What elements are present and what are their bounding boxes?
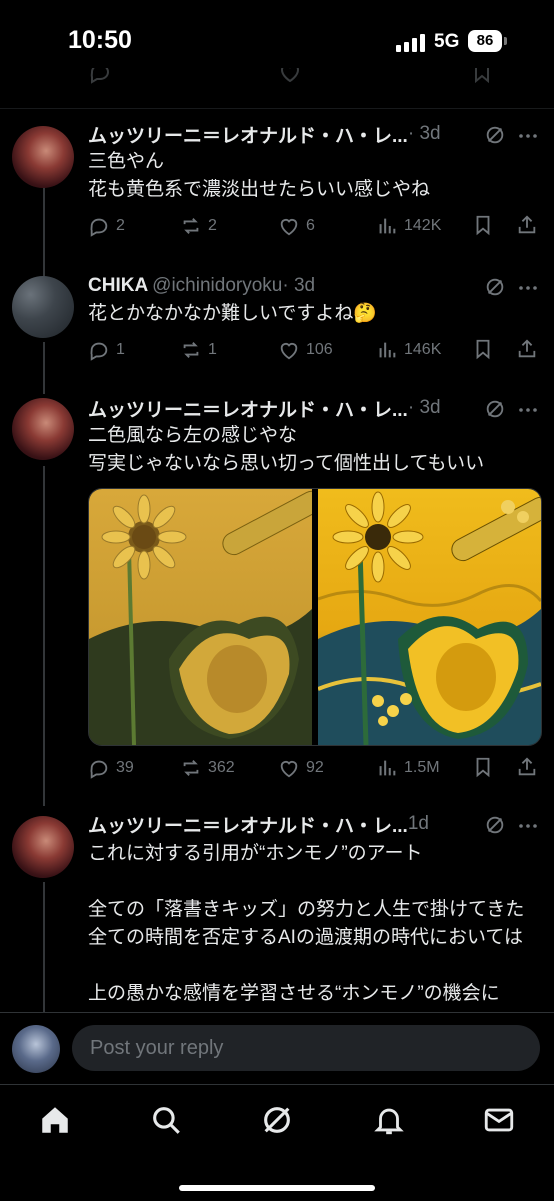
repost-button[interactable]: 2 bbox=[180, 212, 217, 240]
messages-icon[interactable] bbox=[482, 1103, 516, 1137]
notifications-icon[interactable] bbox=[372, 1103, 406, 1137]
tweet-time: · 3d bbox=[407, 397, 441, 418]
tweet-time: · 3d bbox=[282, 275, 316, 296]
battery-indicator: 86 bbox=[468, 30, 502, 52]
avatar[interactable] bbox=[12, 398, 74, 460]
repost-count: 1 bbox=[208, 341, 217, 358]
repost-button[interactable]: 362 bbox=[180, 754, 235, 782]
views-icon bbox=[379, 342, 396, 358]
media-grid[interactable] bbox=[88, 488, 542, 746]
tweet-text: 花とかなかなか難しいですよね🤔 bbox=[88, 303, 378, 324]
image-left[interactable] bbox=[89, 489, 324, 745]
like-count: 92 bbox=[306, 759, 324, 776]
views-icon bbox=[379, 760, 396, 776]
author-name[interactable]: ムッツリーニ＝レオナルド・ハ・レ... bbox=[88, 395, 408, 422]
reply-icon bbox=[90, 218, 108, 237]
like-button[interactable]: 106 bbox=[278, 336, 333, 364]
view-count: 146K bbox=[404, 341, 442, 358]
repost-icon bbox=[183, 760, 199, 776]
repost-button[interactable]: 1 bbox=[180, 336, 217, 364]
reply-button[interactable]: 1 bbox=[88, 336, 125, 364]
reply-input[interactable]: Post your reply bbox=[72, 1025, 540, 1071]
avatar[interactable] bbox=[12, 126, 74, 188]
reply-button[interactable]: 39 bbox=[88, 754, 134, 782]
bottom-tab-bar bbox=[0, 1084, 554, 1201]
tweet[interactable]: ムッツリーニ＝レオナルド・ハ・レ... · 3d 三色やん 花も黄色系で濃淡出せ… bbox=[0, 118, 554, 266]
reply-icon bbox=[90, 68, 110, 84]
share-icon[interactable] bbox=[516, 756, 538, 778]
more-options-icon[interactable] bbox=[516, 814, 540, 838]
my-avatar[interactable] bbox=[12, 1025, 60, 1073]
grok-icon[interactable] bbox=[484, 398, 506, 420]
like-icon bbox=[280, 219, 298, 236]
repost-count: 362 bbox=[208, 759, 235, 776]
like-icon bbox=[280, 343, 298, 360]
share-icon[interactable] bbox=[516, 338, 538, 360]
more-options-icon[interactable] bbox=[516, 398, 540, 422]
tweet-actions: 39 362 92 1.5M bbox=[88, 754, 554, 782]
repost-icon bbox=[183, 218, 199, 234]
tweet[interactable]: ムッツリーニ＝レオナルド・ハ・レ... 1d これに対する引用が“ホンモノ”のア… bbox=[0, 810, 554, 1012]
views-icon bbox=[379, 218, 396, 234]
home-indicator bbox=[179, 1185, 375, 1191]
view-count: 142K bbox=[404, 217, 442, 234]
grok-icon[interactable] bbox=[484, 814, 506, 836]
bookmark-icon[interactable] bbox=[472, 756, 494, 778]
reply-placeholder: Post your reply bbox=[90, 1037, 224, 1059]
author-name[interactable]: ムッツリーニ＝レオナルド・ハ・レ... bbox=[88, 811, 408, 838]
view-count: 1.5M bbox=[404, 759, 440, 776]
like-icon bbox=[281, 68, 299, 83]
author-handle[interactable]: @ichinidoryoku bbox=[152, 275, 282, 297]
grok-icon[interactable] bbox=[260, 1103, 294, 1137]
tweet-text: 二色風なら左の感じやな 写実じゃないなら思い切って個性出してもいい bbox=[88, 425, 485, 474]
like-button[interactable]: 6 bbox=[278, 212, 315, 240]
reply-button[interactable]: 2 bbox=[88, 212, 125, 240]
like-count: 6 bbox=[306, 217, 315, 234]
reply-count: 2 bbox=[116, 217, 125, 234]
previous-tweet-actions bbox=[0, 68, 554, 109]
tweet-time: 1d bbox=[407, 813, 429, 834]
reply-composer: Post your reply bbox=[0, 1012, 554, 1085]
bookmark-icon[interactable] bbox=[472, 338, 494, 360]
repost-count: 2 bbox=[208, 217, 217, 234]
battery-nub bbox=[504, 37, 507, 45]
search-icon[interactable] bbox=[149, 1103, 183, 1137]
reply-icon bbox=[90, 760, 108, 779]
tweet[interactable]: CHIKA @ichinidoryoku · 3d 花とかなかなか難しいですよね… bbox=[0, 272, 554, 396]
avatar[interactable] bbox=[12, 816, 74, 878]
bookmark-icon[interactable] bbox=[472, 214, 494, 236]
more-options-icon[interactable] bbox=[516, 276, 540, 300]
views-button[interactable]: 1.5M bbox=[376, 754, 440, 782]
more-options-icon[interactable] bbox=[516, 124, 540, 148]
signal-icon bbox=[396, 34, 425, 52]
views-button[interactable]: 146K bbox=[376, 336, 441, 364]
bookmark-icon bbox=[475, 68, 489, 84]
reply-count: 1 bbox=[116, 341, 125, 358]
home-icon[interactable] bbox=[38, 1103, 72, 1137]
share-icon[interactable] bbox=[516, 214, 538, 236]
like-count: 106 bbox=[306, 341, 333, 358]
tweet-text: 三色やん 花も黄色系で濃淡出せたらいい感じやね bbox=[88, 151, 431, 200]
image-right[interactable] bbox=[317, 489, 541, 745]
reply-icon bbox=[90, 342, 108, 361]
tweet-text: これに対する引用が“ホンモノ”のアート 全ての「落書きキッズ」の努力と人生で掛け… bbox=[88, 843, 525, 1004]
grok-icon[interactable] bbox=[484, 124, 506, 146]
author-name[interactable]: ムッツリーニ＝レオナルド・ハ・レ... bbox=[88, 121, 408, 148]
tweet-time: · 3d bbox=[407, 123, 441, 144]
status-time: 10:50 bbox=[68, 26, 132, 54]
sunflower-pumpkin-illustration bbox=[89, 490, 324, 745]
like-button[interactable]: 92 bbox=[278, 754, 324, 782]
author-name[interactable]: CHIKA bbox=[88, 275, 148, 297]
views-button[interactable]: 142K bbox=[376, 212, 441, 240]
tweet-actions: 2 2 6 142K bbox=[88, 212, 554, 240]
tweet-actions: 1 1 106 146K bbox=[88, 336, 554, 364]
like-icon bbox=[280, 761, 298, 778]
network-type: 5G bbox=[434, 31, 460, 52]
grok-icon[interactable] bbox=[484, 276, 506, 298]
sunflower-pumpkin-illustration bbox=[317, 491, 541, 745]
avatar[interactable] bbox=[12, 276, 74, 338]
tweet[interactable]: ムッツリーニ＝レオナルド・ハ・レ... · 3d 二色風なら左の感じやな 写実じ… bbox=[0, 394, 554, 794]
reply-count: 39 bbox=[116, 759, 134, 776]
repost-icon bbox=[183, 342, 199, 358]
